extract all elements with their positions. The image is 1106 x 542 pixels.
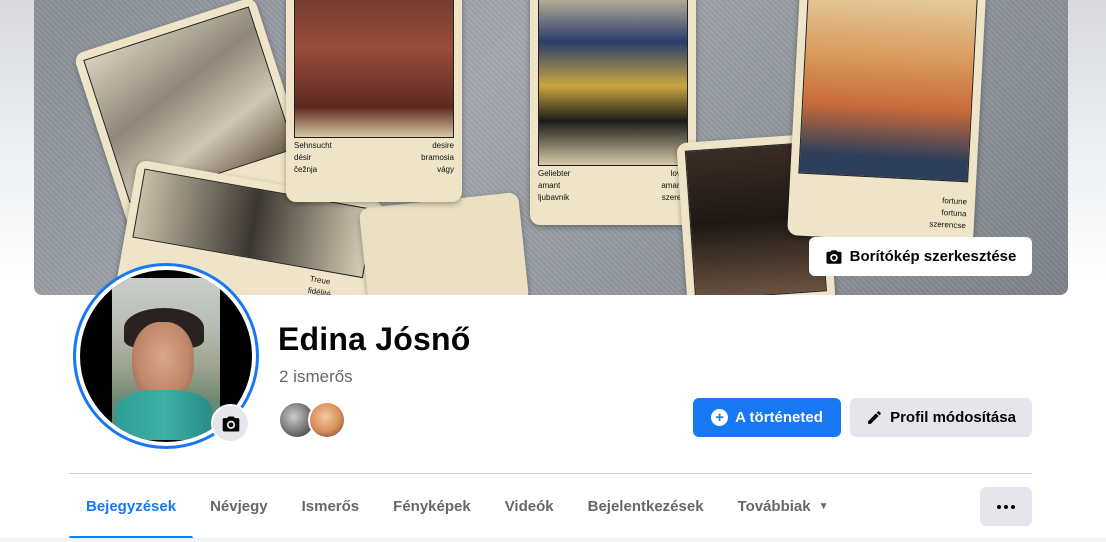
card-text: amant	[538, 181, 561, 190]
add-story-button[interactable]: + A történeted	[693, 398, 841, 437]
caret-down-icon: ▼	[818, 500, 829, 512]
tab-label: Ismerős	[301, 497, 360, 515]
camera-icon	[221, 414, 241, 434]
card-text: ljubavnik	[538, 193, 570, 202]
tarot-card: Geliebter lover amant amante ljubavnik s…	[530, 0, 696, 225]
tab-photos[interactable]: Fényképek	[376, 474, 488, 538]
profile-name: Edina Jósnő	[278, 321, 471, 357]
friend-avatar[interactable]	[308, 401, 346, 439]
tab-label: Bejelentkezések	[587, 497, 704, 515]
tab-label: Videók	[504, 497, 554, 515]
tarot-card-stack	[358, 191, 530, 295]
friend-avatars	[278, 401, 348, 439]
profile-tabs: Bejegyzések Névjegy Ismerős Fényképek Vi…	[69, 474, 846, 540]
ellipsis-icon	[997, 504, 1015, 509]
tab-videos[interactable]: Videók	[488, 474, 571, 538]
tarot-card: fortune fortuna szerencse	[787, 0, 987, 245]
plus-circle-icon: +	[711, 409, 729, 426]
friends-count-link[interactable]: 2 ismerős	[279, 367, 353, 387]
card-text: Geliebter	[538, 169, 571, 178]
more-options-button[interactable]	[980, 487, 1032, 526]
pencil-icon	[866, 409, 883, 426]
card-text: vágy	[437, 165, 454, 174]
tab-check-ins[interactable]: Bejelentkezések	[571, 474, 721, 538]
tab-label: Fényképek	[393, 497, 471, 515]
card-text: desire	[432, 141, 454, 150]
tarot-card: Sehnsucht desire désir bramosia čežnja v…	[286, 0, 462, 202]
tab-friends[interactable]: Ismerős	[285, 474, 377, 538]
update-profile-picture-button[interactable]	[211, 404, 250, 443]
camera-icon	[825, 248, 843, 266]
edit-profile-label: Profil módosítása	[890, 409, 1016, 426]
tab-label: Névjegy	[210, 497, 268, 515]
tab-label: Továbbiak	[737, 497, 811, 515]
edit-cover-photo-label: Borítókép szerkesztése	[849, 248, 1017, 265]
card-text: désir	[294, 153, 312, 162]
edit-profile-button[interactable]: Profil módosítása	[850, 398, 1032, 437]
tab-label: Bejegyzések	[86, 497, 177, 515]
card-text: bramosia	[421, 153, 454, 162]
edit-cover-photo-button[interactable]: Borítókép szerkesztése	[809, 237, 1032, 276]
tab-about[interactable]: Névjegy	[193, 474, 285, 538]
section-bottom	[0, 538, 1106, 542]
tab-posts[interactable]: Bejegyzések	[69, 474, 194, 539]
card-text: Sehnsucht	[294, 141, 332, 150]
tab-more[interactable]: Továbbiak ▼	[721, 474, 846, 538]
card-text: čežnja	[294, 165, 318, 174]
add-story-label: A történeted	[735, 409, 823, 426]
